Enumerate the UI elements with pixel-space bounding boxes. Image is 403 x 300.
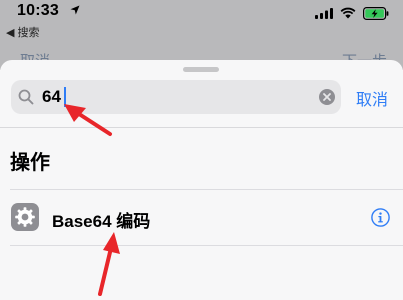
location-arrow-icon [70, 5, 80, 15]
status-time: 10:33 [17, 2, 59, 19]
status-icons [315, 6, 389, 20]
info-icon[interactable] [371, 208, 390, 227]
status-bar: 10:33 ◀ 搜索 [0, 0, 403, 39]
battery-charging-icon [363, 6, 389, 20]
divider [10, 245, 403, 246]
close-icon [323, 93, 331, 101]
text-caret [64, 87, 66, 107]
gear-icon [15, 207, 35, 227]
cellular-signal-icon [315, 7, 333, 19]
cancel-button[interactable]: 取消 [356, 86, 388, 110]
back-to-app-link[interactable]: ◀ 搜索 [6, 24, 40, 40]
clear-search-button[interactable] [319, 89, 335, 105]
search-icon [18, 89, 34, 105]
list-item-base64-encode[interactable]: Base64 编码 [0, 190, 403, 245]
section-title: 操作 [10, 152, 50, 174]
list-item-title: Base64 编码 [52, 212, 151, 231]
divider [0, 127, 403, 128]
search-field[interactable]: 64 [11, 80, 341, 114]
search-input[interactable]: 64 [42, 87, 61, 107]
action-search-sheet: 64 取消 操作 Base64 编码 [0, 60, 403, 300]
sheet-grabber[interactable] [183, 67, 219, 72]
action-icon-tile [11, 203, 39, 231]
wifi-icon [340, 7, 356, 19]
